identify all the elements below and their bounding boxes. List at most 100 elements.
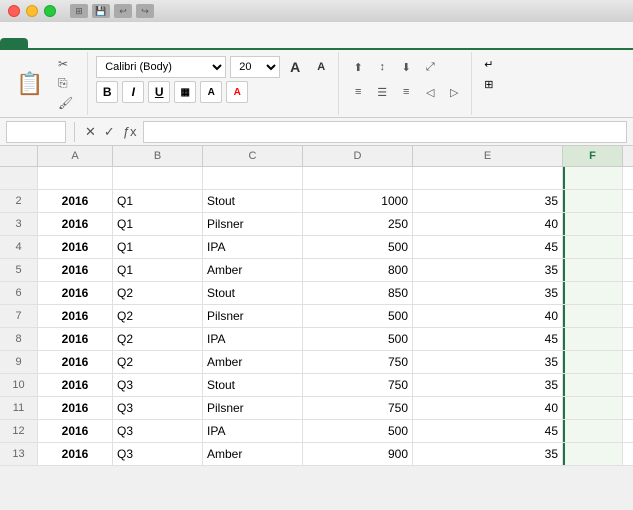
tab-home[interactable]	[0, 38, 28, 48]
cell-a6[interactable]: 2016	[38, 282, 113, 304]
cell-c9[interactable]: Amber	[203, 351, 303, 373]
cell-f13[interactable]	[563, 443, 623, 465]
bold-button[interactable]: B	[96, 81, 118, 103]
cell-c10[interactable]: Stout	[203, 374, 303, 396]
cell-a10[interactable]: 2016	[38, 374, 113, 396]
cell-c1[interactable]	[203, 167, 303, 189]
cell-e13[interactable]: 35	[413, 443, 563, 465]
cut-button[interactable]: ✂	[54, 55, 81, 73]
font-grow-button[interactable]: A	[284, 56, 306, 78]
cell-d5[interactable]: 800	[303, 259, 413, 281]
cell-f1[interactable]	[563, 167, 623, 189]
cell-f6[interactable]	[563, 282, 623, 304]
cell-b11[interactable]: Q3	[113, 397, 203, 419]
cell-b6[interactable]: Q2	[113, 282, 203, 304]
cell-d9[interactable]: 750	[303, 351, 413, 373]
cell-c11[interactable]: Pilsner	[203, 397, 303, 419]
cell-e9[interactable]: 35	[413, 351, 563, 373]
cell-a1[interactable]	[38, 167, 113, 189]
cell-d4[interactable]: 500	[303, 236, 413, 258]
cancel-formula-icon[interactable]: ✕	[83, 122, 98, 142]
tab-formulas[interactable]	[84, 38, 112, 48]
col-header-f[interactable]: F	[563, 146, 623, 166]
cell-a8[interactable]: 2016	[38, 328, 113, 350]
cell-f3[interactable]	[563, 213, 623, 235]
cell-a3[interactable]: 2016	[38, 213, 113, 235]
align-top-button[interactable]: ⬆	[347, 56, 369, 78]
cell-b2[interactable]: Q1	[113, 190, 203, 212]
col-header-a[interactable]: A	[38, 146, 113, 166]
cell-b12[interactable]: Q3	[113, 420, 203, 442]
align-middle-button[interactable]: ↕	[371, 56, 393, 78]
cell-e6[interactable]: 35	[413, 282, 563, 304]
cell-c12[interactable]: IPA	[203, 420, 303, 442]
font-size-select[interactable]: 20	[230, 56, 280, 78]
cell-d1[interactable]	[303, 167, 413, 189]
cell-c5[interactable]: Amber	[203, 259, 303, 281]
cell-b13[interactable]: Q3	[113, 443, 203, 465]
cell-f10[interactable]	[563, 374, 623, 396]
merge-cells-button[interactable]: ⊞	[480, 76, 501, 93]
cell-b1[interactable]	[113, 167, 203, 189]
cell-c4[interactable]: IPA	[203, 236, 303, 258]
cell-a2[interactable]: 2016	[38, 190, 113, 212]
cell-e4[interactable]: 45	[413, 236, 563, 258]
cell-c8[interactable]: IPA	[203, 328, 303, 350]
cell-a9[interactable]: 2016	[38, 351, 113, 373]
redo-icon[interactable]: ↪	[136, 4, 154, 18]
undo-icon[interactable]: ↩	[114, 4, 132, 18]
cell-f2[interactable]	[563, 190, 623, 212]
cell-f5[interactable]	[563, 259, 623, 281]
cell-e12[interactable]: 45	[413, 420, 563, 442]
border-button[interactable]: ▦	[174, 81, 196, 103]
fill-color-button[interactable]: A	[200, 81, 222, 103]
col-header-c[interactable]: C	[203, 146, 303, 166]
cell-d10[interactable]: 750	[303, 374, 413, 396]
cell-d8[interactable]: 500	[303, 328, 413, 350]
save-icon[interactable]: 💾	[92, 4, 110, 18]
text-angle-button[interactable]: ⤢	[419, 56, 441, 78]
cell-e2[interactable]: 35	[413, 190, 563, 212]
cell-a5[interactable]: 2016	[38, 259, 113, 281]
tab-data[interactable]	[112, 38, 140, 48]
cell-e1[interactable]	[413, 167, 563, 189]
cell-a7[interactable]: 2016	[38, 305, 113, 327]
tab-page-layout[interactable]	[56, 38, 84, 48]
align-center-button[interactable]: ☰	[371, 81, 393, 103]
font-color-button[interactable]: A	[226, 81, 248, 103]
cell-d13[interactable]: 900	[303, 443, 413, 465]
cell-a4[interactable]: 2016	[38, 236, 113, 258]
underline-button[interactable]: U	[148, 81, 170, 103]
cell-b5[interactable]: Q1	[113, 259, 203, 281]
cell-e8[interactable]: 45	[413, 328, 563, 350]
align-bottom-button[interactable]: ⬇	[395, 56, 417, 78]
cell-a12[interactable]: 2016	[38, 420, 113, 442]
insert-function-icon[interactable]: ƒx	[121, 122, 139, 141]
cell-c7[interactable]: Pilsner	[203, 305, 303, 327]
font-family-select[interactable]: Calibri (Body)	[96, 56, 226, 78]
cell-b4[interactable]: Q1	[113, 236, 203, 258]
wrap-text-button[interactable]: ↵	[480, 56, 501, 73]
cell-d12[interactable]: 500	[303, 420, 413, 442]
cell-f8[interactable]	[563, 328, 623, 350]
cell-c13[interactable]: Amber	[203, 443, 303, 465]
cell-c2[interactable]: Stout	[203, 190, 303, 212]
format-button[interactable]: 🖌	[54, 94, 81, 112]
cell-e5[interactable]: 35	[413, 259, 563, 281]
col-header-e[interactable]: E	[413, 146, 563, 166]
tab-developer[interactable]	[196, 38, 224, 48]
indent-increase-button[interactable]: ▷	[443, 81, 465, 103]
close-button[interactable]	[8, 5, 20, 17]
cell-a13[interactable]: 2016	[38, 443, 113, 465]
cell-e7[interactable]: 40	[413, 305, 563, 327]
align-left-button[interactable]: ≡	[347, 81, 369, 103]
cell-c6[interactable]: Stout	[203, 282, 303, 304]
italic-button[interactable]: I	[122, 81, 144, 103]
cell-d6[interactable]: 850	[303, 282, 413, 304]
cell-d7[interactable]: 500	[303, 305, 413, 327]
cell-f9[interactable]	[563, 351, 623, 373]
cell-f4[interactable]	[563, 236, 623, 258]
cell-b3[interactable]: Q1	[113, 213, 203, 235]
align-right-button[interactable]: ≡	[395, 81, 417, 103]
cell-f12[interactable]	[563, 420, 623, 442]
